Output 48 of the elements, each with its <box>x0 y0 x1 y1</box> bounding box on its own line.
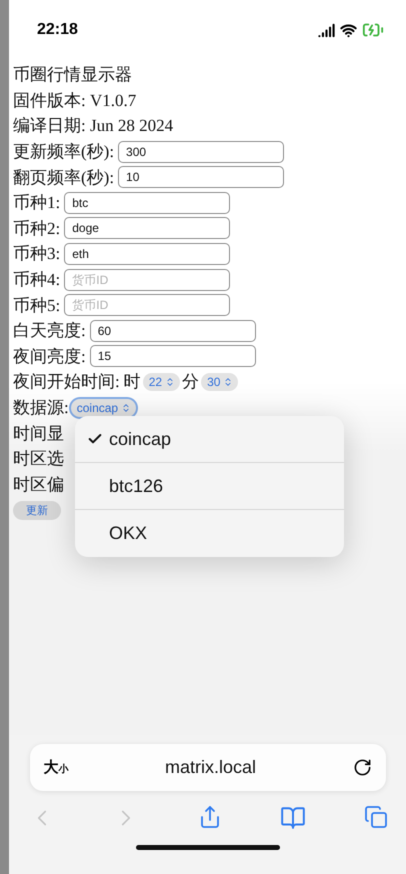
input-field[interactable]: doge <box>64 217 230 240</box>
field-label: 更新频率(秒): <box>13 141 114 164</box>
field-label: 时间显 <box>13 422 64 445</box>
info-text: 固件版本: V1.0.7 <box>13 90 136 112</box>
updown-icon <box>121 402 132 413</box>
hour-label: 时 <box>124 371 141 394</box>
field-label: 数据源: <box>13 397 69 420</box>
text-size-button[interactable]: 小 <box>58 762 68 776</box>
menu-option[interactable]: coincap <box>75 416 344 463</box>
input-field[interactable]: 60 <box>90 320 256 342</box>
updown-icon <box>223 376 234 387</box>
menu-option[interactable]: btc126 <box>75 463 344 510</box>
field-label: 白天亮度: <box>13 320 86 342</box>
address-bar[interactable]: 大小 matrix.local <box>30 744 386 791</box>
signal-icon <box>318 22 335 38</box>
minute-select[interactable]: 30 <box>201 372 238 391</box>
field-label: 时区偏 <box>13 474 64 496</box>
source-select[interactable]: coincap <box>70 398 136 417</box>
field-label: 币种5: <box>13 294 60 317</box>
reload-icon[interactable] <box>352 758 372 777</box>
input-field[interactable]: eth <box>64 242 230 265</box>
page-title: 币圈行情显示器 <box>13 64 132 86</box>
status-time: 22:18 <box>37 21 78 39</box>
updown-icon <box>165 376 176 387</box>
input-field[interactable]: btc <box>64 192 230 214</box>
field-label: 币种2: <box>13 218 60 240</box>
field-label: 币种1: <box>13 192 60 214</box>
hour-select[interactable]: 22 <box>142 372 180 391</box>
input-field[interactable]: 货币ID <box>64 268 230 291</box>
input-field[interactable]: 货币ID <box>64 294 230 316</box>
bookmarks-icon[interactable] <box>280 805 306 831</box>
input-field[interactable]: 15 <box>90 345 256 368</box>
wifi-icon <box>340 22 357 38</box>
menu-option[interactable]: OKX <box>75 510 344 557</box>
tabs-icon[interactable] <box>364 805 388 829</box>
field-label: 夜间亮度: <box>13 346 86 368</box>
info-text: 编译日期: Jun 28 2024 <box>13 115 174 138</box>
update-button[interactable]: 更新 <box>13 501 61 520</box>
field-label: 夜间开始时间: <box>13 371 120 394</box>
url-text: matrix.local <box>164 757 256 778</box>
field-label: 时区选 <box>13 448 64 470</box>
text-size-button[interactable]: 大 <box>44 758 58 777</box>
input-field[interactable]: 10 <box>118 166 284 188</box>
input-field[interactable]: 300 <box>118 140 284 163</box>
field-label: 翻页频率(秒): <box>13 166 114 189</box>
minute-label: 分 <box>182 371 200 394</box>
field-label: 币种3: <box>13 243 60 266</box>
field-label: 币种4: <box>13 269 60 292</box>
